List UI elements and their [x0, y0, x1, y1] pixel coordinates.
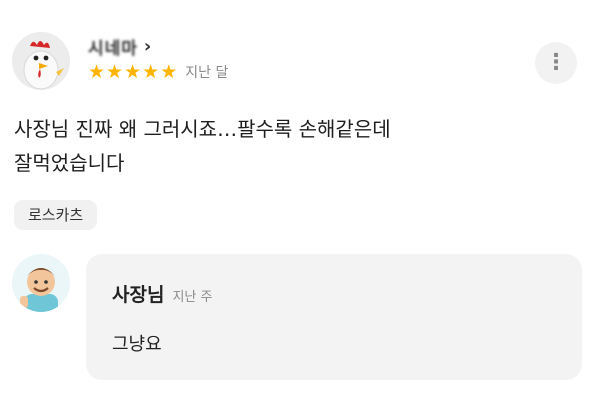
- user-avatar[interactable]: [12, 32, 70, 90]
- review-card: 시네마 › ★ ★ ★ ★ ★ 지난 달 ⋮ 사장님 진짜 왜 그러시죠…팔수록…: [0, 0, 600, 407]
- owner-character-icon: [12, 254, 70, 312]
- owner-reply: 사장님 지난 주 그냥요: [86, 254, 582, 380]
- chevron-right-icon[interactable]: ›: [144, 36, 151, 57]
- star-rating: ★ ★ ★ ★ ★: [88, 62, 177, 82]
- star-icon: ★: [88, 61, 106, 83]
- rating-row: ★ ★ ★ ★ ★ 지난 달: [88, 62, 228, 82]
- reply-text: 그냥요: [112, 334, 162, 355]
- owner-avatar: [12, 254, 70, 312]
- menu-tag[interactable]: 로스카츠: [14, 200, 98, 230]
- user-name-row[interactable]: 시네마 ›: [88, 34, 151, 59]
- review-text: 사장님 진짜 왜 그러시죠…팔수록 손해같은데 잘먹었습니다: [14, 112, 574, 180]
- more-options-button[interactable]: ⋮: [535, 42, 577, 84]
- reply-header: 사장님 지난 주: [112, 280, 212, 307]
- more-vertical-icon: ⋮: [545, 50, 567, 75]
- star-icon: ★: [142, 61, 160, 83]
- rooster-icon: [12, 32, 70, 90]
- review-text-line: 사장님 진짜 왜 그러시죠…팔수록 손해같은데: [14, 117, 391, 141]
- star-icon: ★: [106, 61, 124, 83]
- review-text-line: 잘먹었습니다: [14, 151, 125, 175]
- star-icon: ★: [160, 61, 178, 83]
- review-time: 지난 달: [185, 65, 229, 81]
- star-icon: ★: [124, 61, 142, 83]
- reply-time: 지난 주: [172, 290, 213, 305]
- user-name[interactable]: 시네마: [88, 34, 138, 59]
- owner-name: 사장님: [112, 284, 165, 306]
